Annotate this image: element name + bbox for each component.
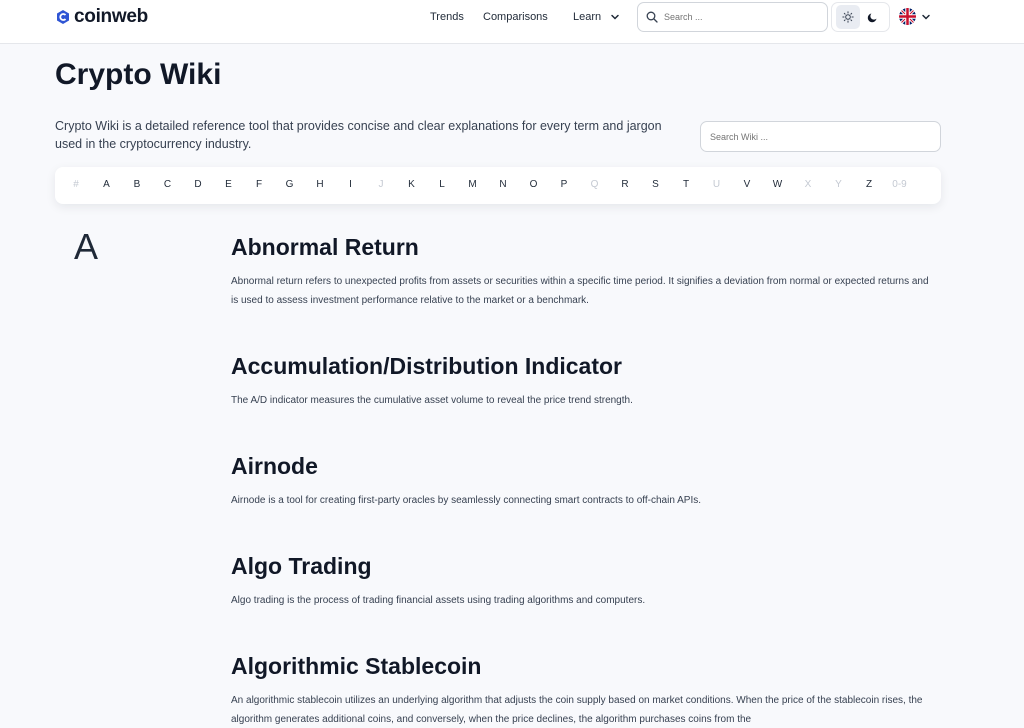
alphabet-letter-v[interactable]: V bbox=[744, 179, 751, 190]
entry-title[interactable]: Airnode bbox=[231, 453, 931, 480]
alphabet-filter-bar: # A B C D E F G H I J K L M N O P Q R S T U V W X Y Z 0-9 bbox=[55, 167, 941, 204]
header-search[interactable] bbox=[637, 2, 828, 32]
alphabet-letter-b[interactable]: B bbox=[134, 179, 141, 190]
alphabet-letter-q: Q bbox=[590, 179, 599, 190]
nav-trends[interactable]: Trends bbox=[430, 11, 464, 23]
alphabet-letter-0-9: 0-9 bbox=[892, 179, 907, 190]
alphabet-letter-hash: # bbox=[73, 179, 79, 190]
section-letter: A bbox=[74, 226, 99, 267]
nav-learn-dropdown[interactable]: Learn bbox=[573, 11, 620, 23]
wiki-entry: Algo Trading Algo trading is the process… bbox=[231, 553, 931, 610]
alphabet-letter-d[interactable]: D bbox=[194, 179, 201, 190]
wiki-entry: Algorithmic Stablecoin An algorithmic st… bbox=[231, 653, 931, 728]
coinweb-logo[interactable]: coinweb bbox=[55, 6, 148, 27]
header-search-input[interactable] bbox=[664, 12, 814, 22]
entry-title[interactable]: Accumulation/Distribution Indicator bbox=[231, 353, 931, 380]
wiki-entry: Airnode Airnode is a tool for creating f… bbox=[231, 453, 931, 510]
alphabet-letter-o[interactable]: O bbox=[530, 179, 538, 190]
search-icon bbox=[646, 11, 658, 23]
alphabet-letter-w[interactable]: W bbox=[773, 179, 782, 190]
alphabet-letter-m[interactable]: M bbox=[468, 179, 476, 190]
chevron-down-icon bbox=[611, 14, 619, 20]
alphabet-letter-t[interactable]: T bbox=[683, 179, 689, 190]
entry-title[interactable]: Algo Trading bbox=[231, 553, 931, 580]
logo-text: coinweb bbox=[74, 6, 148, 27]
alphabet-letter-s[interactable]: S bbox=[652, 179, 659, 190]
coinweb-logo-icon bbox=[57, 10, 69, 24]
alphabet-letter-j: J bbox=[378, 179, 384, 190]
sun-icon bbox=[842, 11, 854, 23]
alphabet-letter-a[interactable]: A bbox=[103, 179, 110, 190]
wiki-entry: Accumulation/Distribution Indicator The … bbox=[231, 353, 931, 410]
wiki-entry: Abnormal Return Abnormal return refers t… bbox=[231, 234, 931, 310]
light-mode-button[interactable] bbox=[836, 5, 860, 29]
moon-icon bbox=[867, 13, 877, 23]
entry-description: Algo trading is the process of trading f… bbox=[231, 595, 646, 606]
alphabet-letter-e[interactable]: E bbox=[225, 179, 232, 190]
language-selector[interactable] bbox=[899, 8, 931, 25]
dark-mode-button[interactable] bbox=[861, 5, 885, 29]
alphabet-letter-u: U bbox=[712, 179, 721, 190]
alphabet-letter-p[interactable]: P bbox=[561, 179, 568, 190]
uk-flag-icon bbox=[899, 8, 916, 25]
alphabet-letter-z[interactable]: Z bbox=[866, 179, 872, 190]
nav-learn-label: Learn bbox=[573, 11, 602, 23]
entry-description: The A/D indicator measures the cumulativ… bbox=[231, 395, 633, 406]
alphabet-letter-k[interactable]: K bbox=[408, 179, 415, 190]
alphabet-letter-c[interactable]: C bbox=[164, 179, 171, 190]
page-title: Crypto Wiki bbox=[55, 58, 222, 91]
entry-description: An algorithmic stablecoin utilizes an un… bbox=[231, 695, 923, 725]
alphabet-letter-r[interactable]: R bbox=[621, 179, 628, 190]
chevron-down-icon bbox=[922, 14, 930, 20]
alphabet-letter-f[interactable]: F bbox=[256, 179, 262, 190]
wiki-search-input[interactable] bbox=[700, 121, 941, 152]
nav-comparisons[interactable]: Comparisons bbox=[483, 11, 548, 23]
alphabet-letter-n[interactable]: N bbox=[499, 179, 506, 190]
entry-title[interactable]: Abnormal Return bbox=[231, 234, 931, 261]
entry-title[interactable]: Algorithmic Stablecoin bbox=[231, 653, 931, 680]
top-navbar: coinweb Trends Comparisons Learn bbox=[0, 0, 1024, 44]
alphabet-letter-y: Y bbox=[835, 179, 842, 190]
alphabet-letter-g[interactable]: G bbox=[286, 179, 294, 190]
alphabet-letter-h[interactable]: H bbox=[316, 179, 323, 190]
page-intro: Crypto Wiki is a detailed reference tool… bbox=[55, 119, 662, 151]
alphabet-letter-i[interactable]: I bbox=[349, 179, 352, 190]
alphabet-letter-l[interactable]: L bbox=[439, 179, 445, 190]
alphabet-letter-x: X bbox=[804, 179, 812, 190]
entry-description: Airnode is a tool for creating first-par… bbox=[231, 495, 702, 506]
theme-toggle bbox=[831, 2, 890, 32]
entry-description: Abnormal return refers to unexpected pro… bbox=[231, 276, 929, 306]
